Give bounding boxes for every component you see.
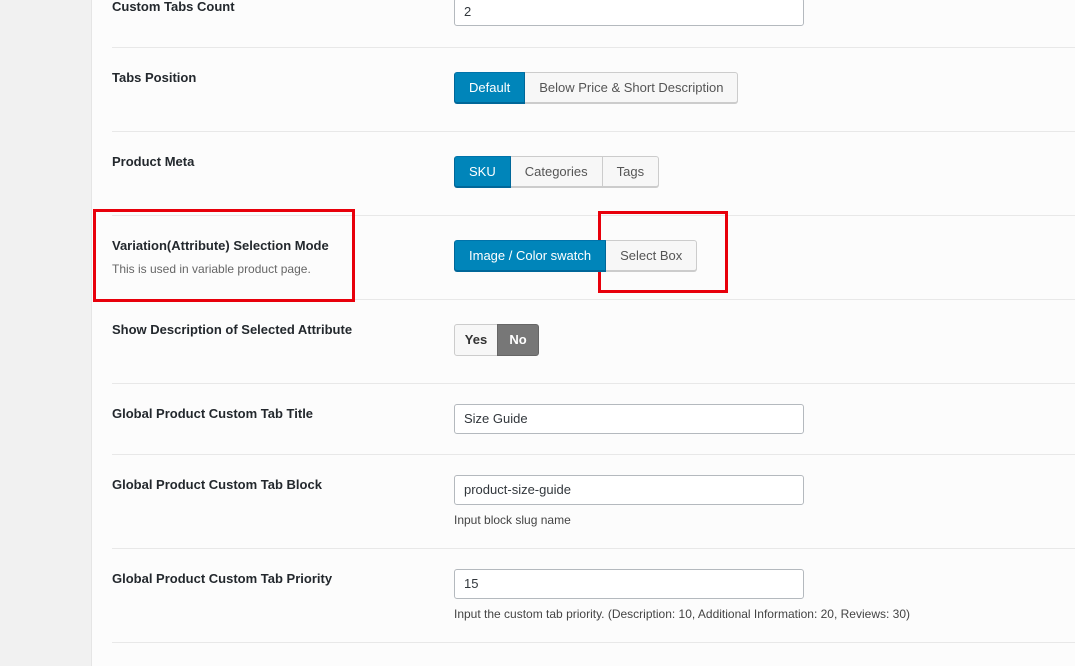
variation-mode-swatch-button[interactable]: Image / Color swatch (454, 240, 607, 271)
custom-tab-priority-input[interactable]: 15 (454, 569, 804, 599)
variation-mode-button-group: Image / Color swatch Select Box (454, 240, 698, 271)
variation-mode-field: Image / Color swatch Select Box (454, 240, 698, 271)
settings-panel: Custom Tabs Count 2 Tabs Position Defaul… (92, 0, 1075, 666)
custom-tab-priority-field: 15 (454, 569, 804, 599)
product-meta-field: SKU Categories Tags (454, 156, 660, 187)
custom-tab-priority-help: Input the custom tab priority. (Descript… (454, 607, 910, 621)
show-description-no-option[interactable]: No (497, 324, 539, 356)
tabs-position-label: Tabs Position (112, 70, 197, 85)
custom-tab-block-input[interactable]: product-size-guide (454, 475, 804, 505)
row-product-meta: Product Meta SKU Categories Tags (112, 131, 1075, 216)
row-custom-tab-block: Global Product Custom Tab Block product-… (112, 454, 1075, 549)
show-description-label: Show Description of Selected Attribute (112, 322, 353, 337)
tabs-position-below-price-button[interactable]: Below Price & Short Description (524, 72, 739, 103)
variation-mode-description: This is used in variable product page. (112, 262, 311, 276)
tabs-position-field: Default Below Price & Short Description (454, 72, 739, 103)
custom-tab-block-help: Input block slug name (454, 513, 571, 527)
custom-tab-title-field: Size Guide (454, 404, 804, 434)
row-custom-tab-priority: Global Product Custom Tab Priority 15 In… (112, 548, 1075, 643)
settings-page: Custom Tabs Count 2 Tabs Position Defaul… (0, 0, 1075, 666)
tabs-position-button-group: Default Below Price & Short Description (454, 72, 739, 103)
custom-tab-title-input[interactable]: Size Guide (454, 404, 804, 434)
custom-tabs-count-input[interactable]: 2 (454, 0, 804, 26)
custom-tabs-count-label: Custom Tabs Count (112, 0, 235, 14)
row-show-description: Show Description of Selected Attribute Y… (112, 299, 1075, 384)
variation-mode-select-box-button[interactable]: Select Box (605, 240, 698, 271)
custom-tab-block-field: product-size-guide (454, 475, 804, 505)
tabs-position-default-button[interactable]: Default (454, 72, 526, 103)
left-gutter (0, 0, 92, 666)
custom-tab-title-label: Global Product Custom Tab Title (112, 406, 314, 421)
custom-tab-block-label: Global Product Custom Tab Block (112, 477, 322, 492)
row-tabs-position: Tabs Position Default Below Price & Shor… (112, 47, 1075, 132)
product-meta-button-group: SKU Categories Tags (454, 156, 660, 187)
custom-tab-priority-label: Global Product Custom Tab Priority (112, 571, 333, 586)
show-description-toggle[interactable]: Yes No (454, 324, 539, 356)
custom-tabs-count-field: 2 (454, 0, 804, 26)
variation-mode-label: Variation(Attribute) Selection Mode (112, 238, 329, 253)
product-meta-tags-button[interactable]: Tags (601, 156, 660, 187)
row-custom-tabs-count: Custom Tabs Count 2 (112, 0, 1075, 48)
show-description-yes-option[interactable]: Yes (454, 324, 498, 356)
row-variation-mode: Variation(Attribute) Selection Mode This… (112, 215, 1075, 300)
show-description-field: Yes No (454, 324, 539, 356)
row-custom-tab-title: Global Product Custom Tab Title Size Gui… (112, 383, 1075, 455)
product-meta-categories-button[interactable]: Categories (509, 156, 603, 187)
product-meta-sku-button[interactable]: SKU (454, 156, 511, 187)
product-meta-label: Product Meta (112, 154, 195, 169)
